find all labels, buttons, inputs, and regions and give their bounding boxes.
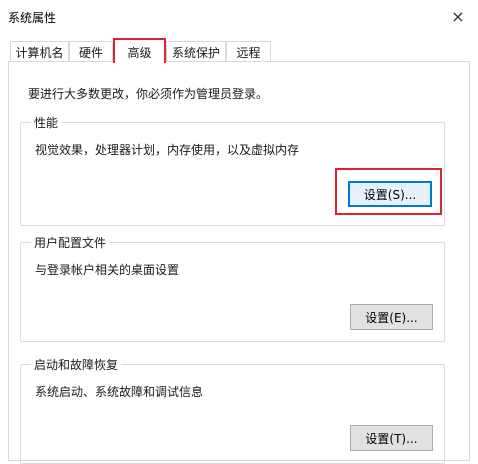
tab-bar: 计算机名 硬件 高级 系统保护 远程 — [0, 32, 478, 63]
startup-recovery-description: 系统启动、系统故障和调试信息 — [35, 385, 204, 399]
tab-remote[interactable]: 远程 — [226, 41, 271, 62]
user-profiles-description: 与登录帐户相关的桌面设置 — [35, 263, 180, 277]
performance-description: 视觉效果，处理器计划，内存使用，以及虚拟内存 — [35, 143, 300, 157]
admin-notice: 要进行大多数更改，你必须作为管理员登录。 — [28, 87, 269, 101]
user-profiles-settings-button[interactable]: 设置(E)... — [350, 304, 433, 330]
tab-hardware[interactable]: 硬件 — [69, 41, 113, 62]
close-icon[interactable]: × — [438, 0, 478, 32]
performance-group-title: 性能 — [31, 114, 62, 131]
startup-recovery-group-title: 启动和故障恢复 — [31, 356, 122, 373]
user-profiles-group-title: 用户配置文件 — [31, 234, 110, 251]
window-title: 系统属性 — [8, 11, 57, 25]
startup-recovery-settings-button[interactable]: 设置(T)... — [350, 425, 433, 451]
tab-advanced[interactable]: 高级 — [113, 38, 166, 63]
tab-system-protection[interactable]: 系统保护 — [166, 41, 226, 62]
performance-settings-button[interactable]: 设置(S)... — [348, 181, 432, 207]
performance-group: 性能 视觉效果，处理器计划，内存使用，以及虚拟内存 — [20, 114, 445, 226]
title-bar: 系统属性 × — [0, 0, 478, 32]
tab-computer-name[interactable]: 计算机名 — [10, 41, 69, 62]
